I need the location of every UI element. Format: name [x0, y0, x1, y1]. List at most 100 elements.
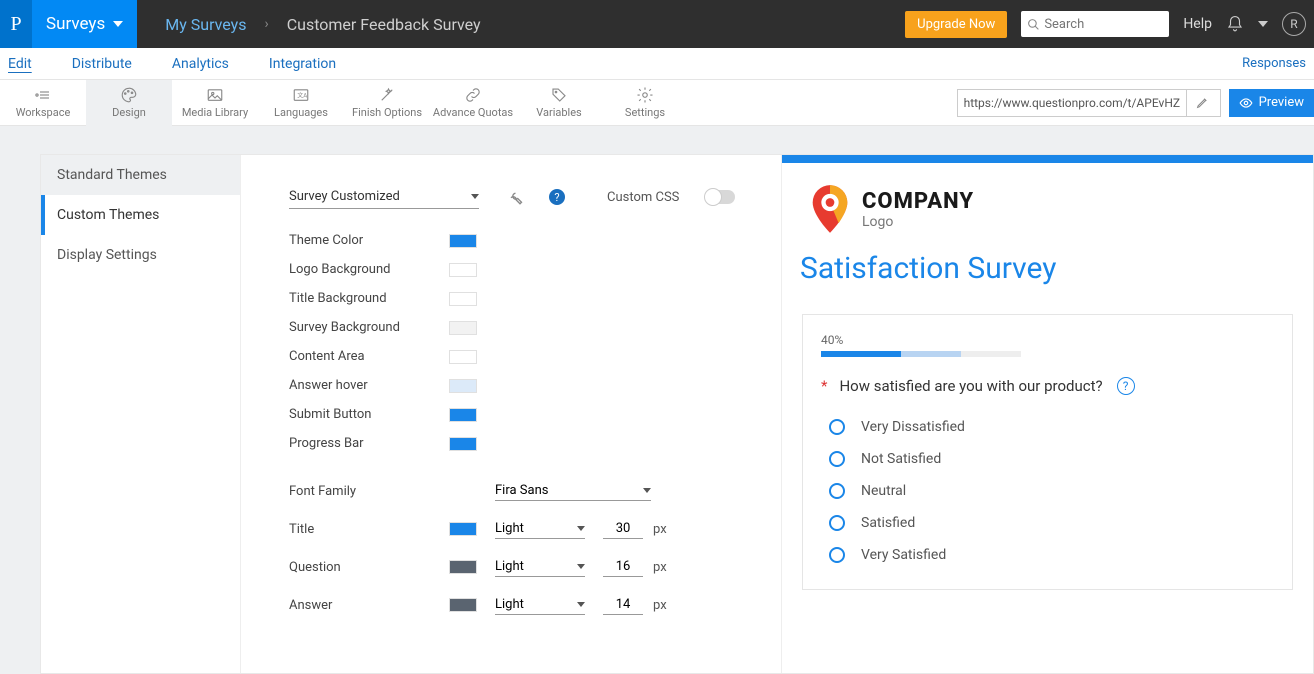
submit-button-swatch[interactable]: [449, 408, 477, 422]
chevron-down-icon: [643, 488, 651, 493]
work-area: Standard Themes Custom Themes Display Se…: [0, 126, 1314, 674]
pencil-icon: [1196, 96, 1209, 109]
font-family-label: Font Family: [289, 484, 449, 499]
search-box[interactable]: [1021, 11, 1169, 37]
tag-icon: [549, 86, 569, 104]
company-logo-sub: Logo: [862, 214, 974, 230]
languages-icon: 文A: [291, 86, 311, 104]
nav-custom-themes[interactable]: Custom Themes: [41, 195, 240, 235]
image-icon: [205, 86, 225, 104]
chevron-down-icon: [577, 526, 585, 531]
bell-icon[interactable]: [1226, 15, 1244, 33]
question-font-label: Question: [289, 560, 449, 575]
chevron-down-icon: [577, 602, 585, 607]
question-weight-dropdown[interactable]: Light: [495, 557, 585, 577]
question-card: 40% * How satisfied are you with our pro…: [802, 314, 1293, 590]
nav-display-settings[interactable]: Display Settings: [41, 235, 240, 275]
font-family-dropdown[interactable]: Fira Sans: [495, 481, 651, 501]
nav-standard-themes[interactable]: Standard Themes: [41, 155, 240, 195]
option-not-satisfied[interactable]: Not Satisfied: [821, 443, 1274, 475]
progress-label: 40%: [821, 333, 1274, 347]
settings-top-row: Survey Customized ? Custom CSS: [289, 185, 751, 209]
wrench-icon[interactable]: [505, 188, 523, 206]
tool-workspace[interactable]: Workspace: [0, 80, 86, 126]
chevron-down-icon[interactable]: [1258, 21, 1268, 27]
help-icon[interactable]: ?: [549, 189, 565, 205]
progress-bar-swatch[interactable]: [449, 437, 477, 451]
tool-finish-options[interactable]: Finish Options: [344, 80, 430, 126]
progress-bar: [821, 351, 1021, 357]
title-bg-swatch[interactable]: [449, 292, 477, 306]
answer-hover-swatch[interactable]: [449, 379, 477, 393]
tool-variables[interactable]: Variables: [516, 80, 602, 126]
tab-distribute[interactable]: Distribute: [72, 50, 132, 78]
breadcrumb-separator: ›: [264, 16, 268, 32]
preview-stripe: [782, 155, 1313, 163]
tool-design[interactable]: Design: [86, 80, 172, 126]
workspace-icon: [33, 86, 53, 104]
upgrade-button[interactable]: Upgrade Now: [905, 11, 1007, 38]
tool-media-library[interactable]: Media Library: [172, 80, 258, 126]
help-link[interactable]: Help: [1183, 16, 1212, 32]
tab-analytics[interactable]: Analytics: [172, 50, 229, 78]
avatar[interactable]: R: [1282, 12, 1306, 36]
svg-text:文A: 文A: [297, 91, 307, 99]
palette-icon: [119, 86, 139, 104]
theme-color-swatch[interactable]: [449, 234, 477, 248]
progress-bar-label: Progress Bar: [289, 436, 449, 451]
survey-url-input[interactable]: [958, 96, 1186, 110]
theme-select-dropdown[interactable]: Survey Customized: [289, 185, 479, 209]
preview-button[interactable]: Preview: [1229, 89, 1314, 117]
tool-advance-quotas[interactable]: Advance Quotas: [430, 80, 516, 126]
tab-responses[interactable]: Responses: [1242, 50, 1306, 77]
question-color-swatch[interactable]: [449, 560, 477, 574]
option-neutral[interactable]: Neutral: [821, 475, 1274, 507]
answer-size-input[interactable]: 14: [603, 595, 643, 615]
question-help-icon[interactable]: ?: [1117, 377, 1135, 395]
answer-font-label: Answer: [289, 598, 449, 613]
content-area-swatch[interactable]: [449, 350, 477, 364]
tab-integration[interactable]: Integration: [269, 50, 336, 78]
radio-icon: [829, 451, 845, 467]
eye-icon: [1239, 96, 1253, 110]
edit-url-button[interactable]: [1186, 90, 1218, 116]
radio-icon: [829, 547, 845, 563]
radio-icon: [829, 419, 845, 435]
logo-bg-swatch[interactable]: [449, 263, 477, 277]
radio-icon: [829, 483, 845, 499]
content-area-label: Content Area: [289, 349, 449, 364]
breadcrumb-my-surveys[interactable]: My Surveys: [165, 15, 246, 34]
option-very-dissatisfied[interactable]: Very Dissatisfied: [821, 411, 1274, 443]
title-weight-dropdown[interactable]: Light: [495, 519, 585, 539]
company-name: COMPANY: [862, 189, 974, 214]
toolbar-right: Preview: [957, 89, 1314, 117]
theme-color-label: Theme Color: [289, 233, 449, 248]
link-icon: [463, 86, 483, 104]
tool-settings[interactable]: Settings: [602, 80, 688, 126]
search-icon: [1027, 18, 1040, 31]
option-very-satisfied[interactable]: Very Satisfied: [821, 539, 1274, 571]
survey-bg-swatch[interactable]: [449, 321, 477, 335]
question-size-input[interactable]: 16: [603, 557, 643, 577]
title-size-input[interactable]: 30: [603, 519, 643, 539]
tabbar: Edit Distribute Analytics Integration Re…: [0, 48, 1314, 80]
question-text: * How satisfied are you with our product…: [821, 377, 1274, 395]
tab-edit[interactable]: Edit: [8, 50, 32, 78]
survey-preview: COMPANY Logo Satisfaction Survey 40% * H…: [781, 155, 1313, 673]
search-input[interactable]: [1044, 17, 1144, 32]
settings-panel: Survey Customized ? Custom CSS Theme Col…: [241, 155, 781, 673]
breadcrumb: My Surveys › Customer Feedback Survey: [165, 15, 480, 34]
px-unit: px: [653, 598, 667, 613]
gear-icon: [635, 86, 655, 104]
title-color-swatch[interactable]: [449, 522, 477, 536]
answer-weight-dropdown[interactable]: Light: [495, 595, 585, 615]
surveys-dropdown[interactable]: Surveys: [32, 0, 137, 48]
option-satisfied[interactable]: Satisfied: [821, 507, 1274, 539]
tool-languages[interactable]: 文A Languages: [258, 80, 344, 126]
px-unit: px: [653, 560, 667, 575]
app-logo-icon[interactable]: P: [0, 0, 32, 48]
custom-css-toggle[interactable]: [705, 190, 735, 204]
answer-color-swatch[interactable]: [449, 598, 477, 612]
answer-hover-label: Answer hover: [289, 378, 449, 393]
survey-bg-label: Survey Background: [289, 320, 449, 335]
